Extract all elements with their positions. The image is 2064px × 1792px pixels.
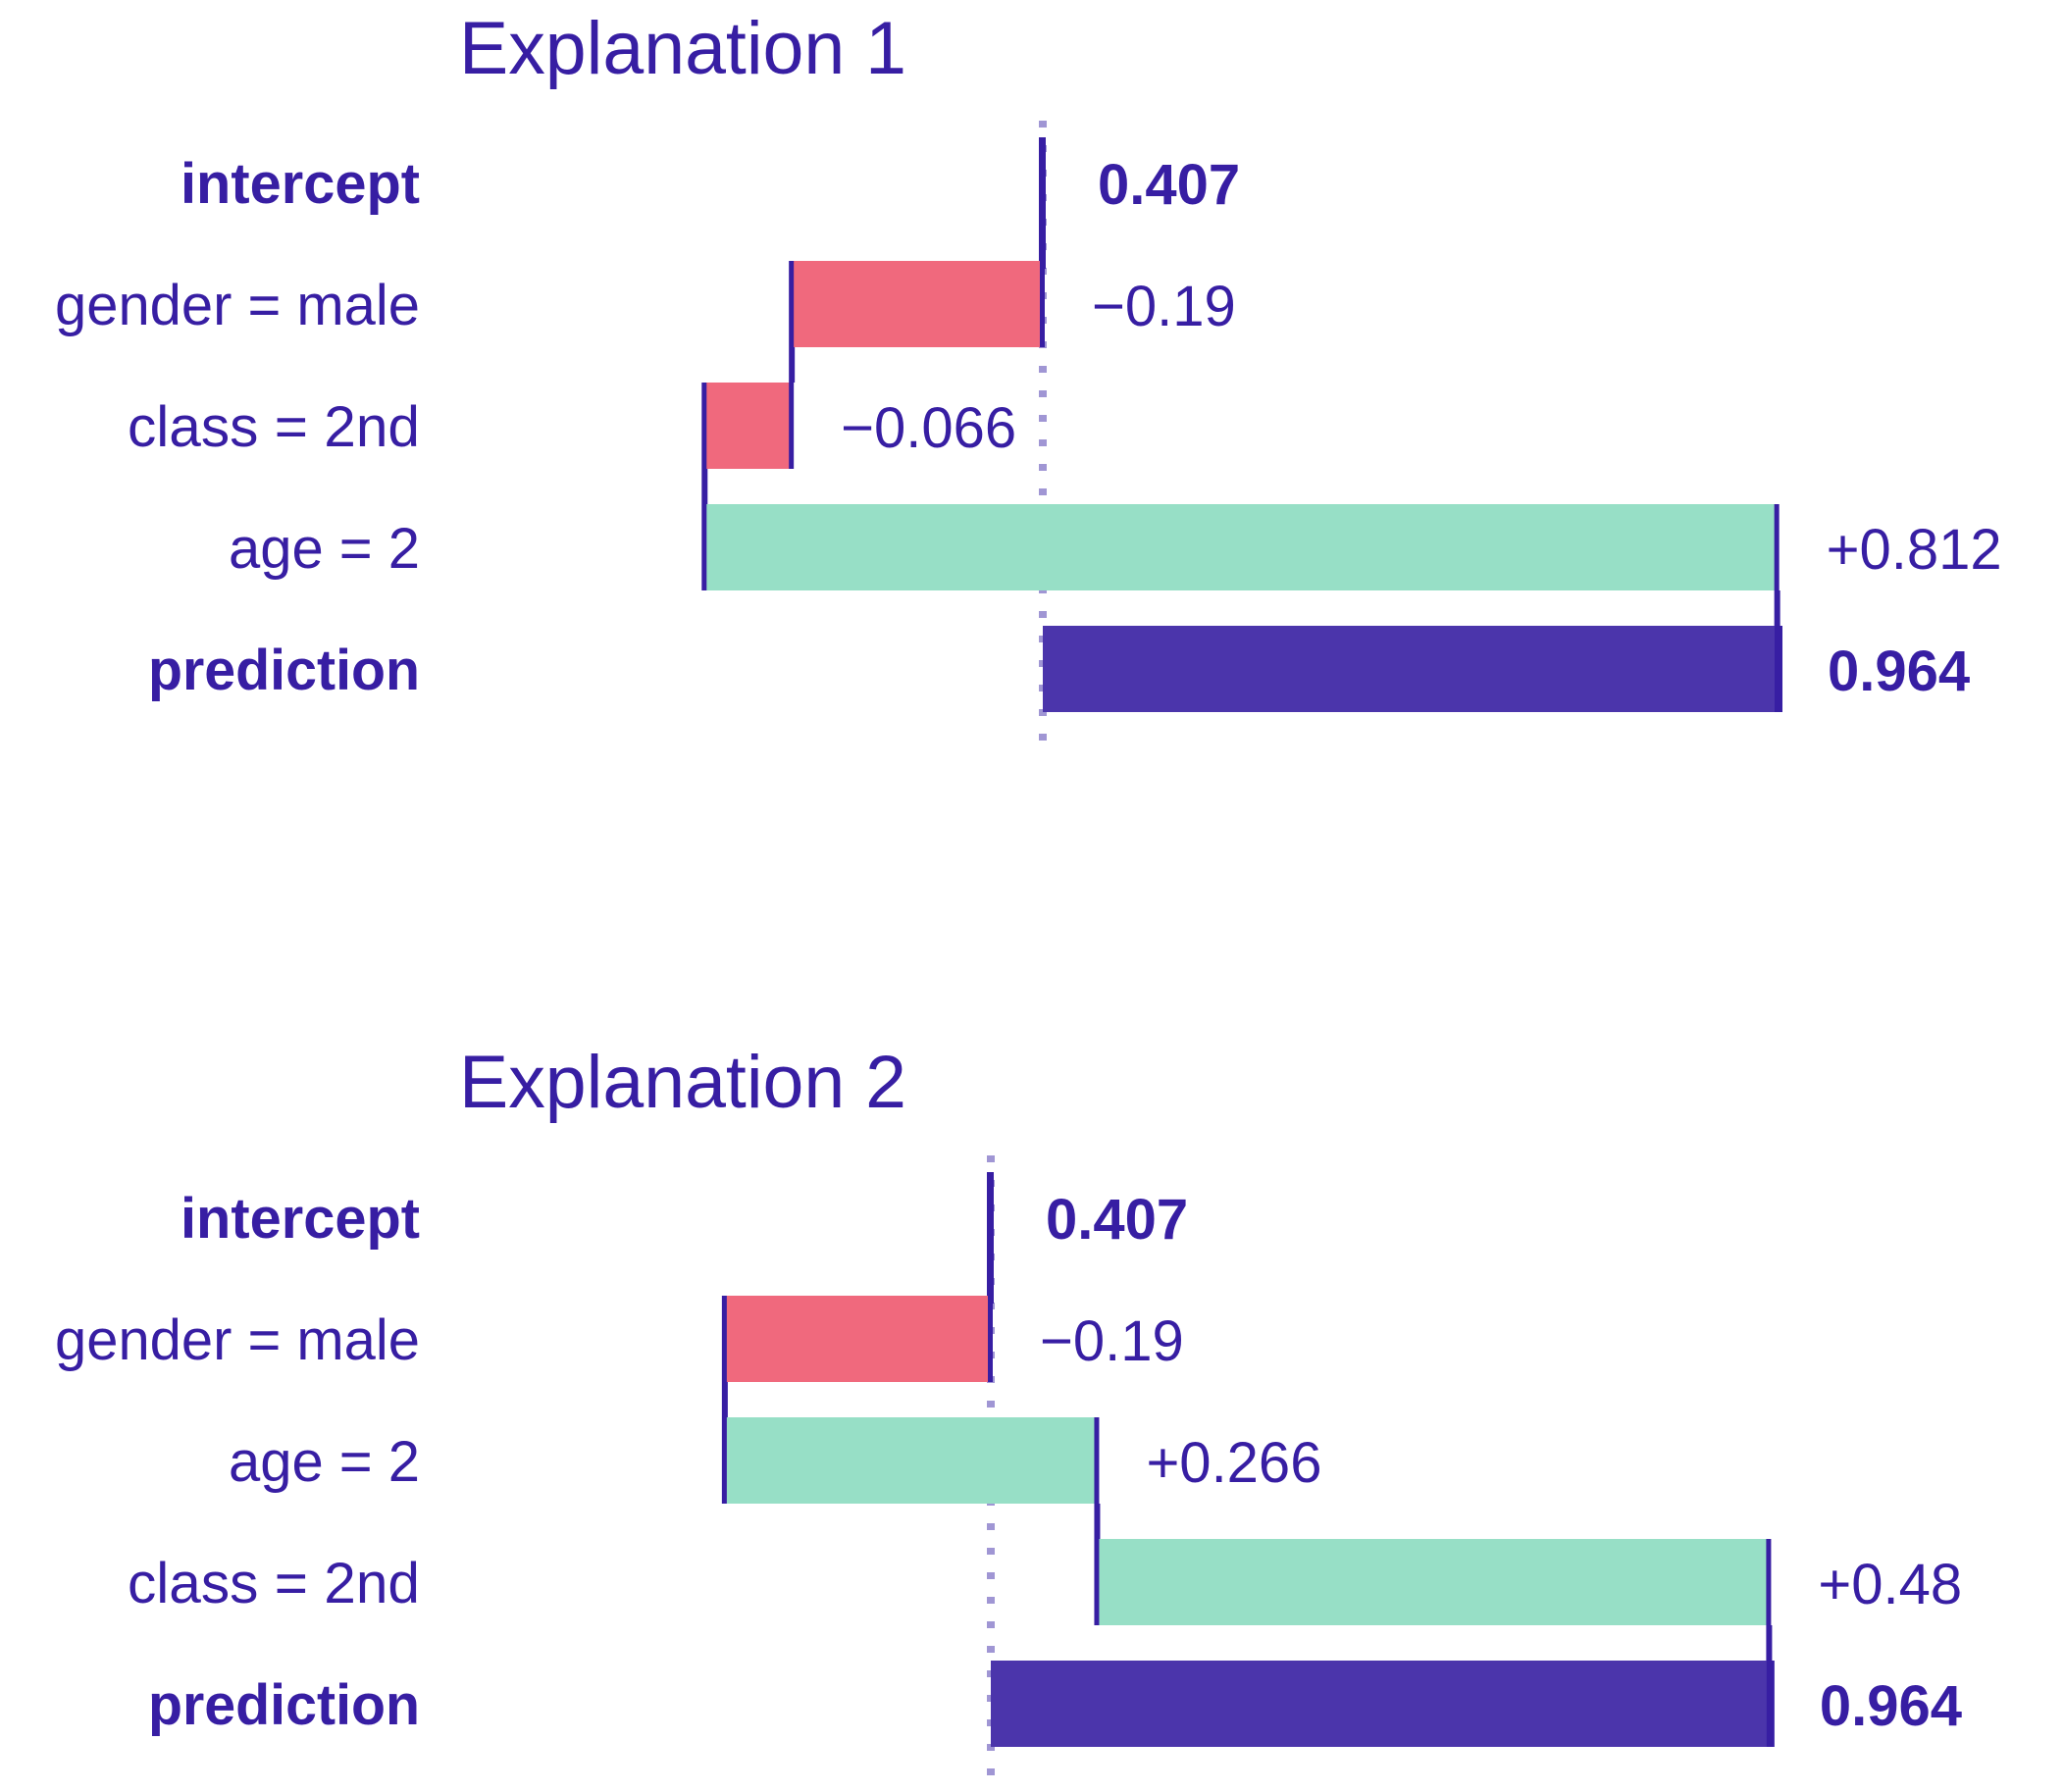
row-label: gender = male <box>55 274 420 337</box>
prediction-bar <box>1043 626 1780 712</box>
row-label: intercept <box>181 152 420 216</box>
value-label: +0.812 <box>1827 518 2002 582</box>
bar-edge-left <box>701 383 707 469</box>
row-age-2: age = 2 +0.812 <box>229 504 2002 626</box>
row-label: prediction <box>148 639 420 702</box>
value-label: +0.266 <box>1146 1431 1321 1495</box>
bar-edge-right <box>988 1296 993 1382</box>
bar-edge-left <box>721 1296 727 1382</box>
row-label: prediction <box>148 1673 420 1737</box>
chart-title: Explanation 1 <box>459 7 906 90</box>
value-label: 0.964 <box>1820 1674 1962 1738</box>
reference-dot <box>1039 464 1047 471</box>
reference-dot <box>987 1401 995 1408</box>
row-prediction: prediction 0.964 <box>148 1661 1962 1747</box>
reference-dot <box>1039 390 1047 397</box>
row-label: age = 2 <box>229 517 420 581</box>
figure: Explanation 1 intercept 0.407 gender = male… <box>0 0 2064 1787</box>
row-label: class = 2nd <box>128 1552 420 1615</box>
panel-explanation-2: Explanation 2 intercept 0.407 gender = male… <box>55 1041 1962 1775</box>
row-age-2: age = 2 +0.266 <box>229 1417 1321 1539</box>
reference-dot <box>987 1646 995 1653</box>
row-label: age = 2 <box>229 1430 420 1494</box>
value-label: 0.407 <box>1046 1188 1188 1252</box>
row-intercept: intercept 0.407 <box>181 137 1240 269</box>
negative-contribution-bar <box>792 261 1043 347</box>
bar-edge-left <box>721 1417 727 1504</box>
intercept-line <box>987 1172 994 1304</box>
bar-edge-right <box>1094 1417 1100 1504</box>
value-label: −0.066 <box>841 396 1016 460</box>
row-label: gender = male <box>55 1308 420 1372</box>
reference-dot <box>1039 439 1047 446</box>
reference-dot <box>1039 488 1047 495</box>
positive-contribution-bar <box>704 504 1778 590</box>
bar-edge-right <box>1766 1539 1772 1625</box>
reference-dot <box>987 1621 995 1628</box>
prediction-bar <box>991 1661 1771 1747</box>
reference-dot <box>987 1768 995 1775</box>
reference-dot <box>987 1572 995 1579</box>
reference-dot <box>987 1597 995 1604</box>
reference-dot <box>1039 611 1047 618</box>
reference-dot <box>1039 415 1047 422</box>
row-class-2nd: class = 2nd −0.066 <box>128 383 1016 504</box>
chart-title: Explanation 2 <box>459 1041 906 1124</box>
row-gender-male: gender = male −0.19 <box>55 261 1236 383</box>
value-label: 0.407 <box>1098 153 1240 217</box>
connector-line <box>721 1382 728 1417</box>
prediction-bar-edge <box>1766 1661 1775 1747</box>
row-prediction: prediction 0.964 <box>148 626 1970 712</box>
positive-contribution-bar <box>1097 1539 1770 1625</box>
value-label: −0.19 <box>1092 275 1236 338</box>
connector-line <box>1766 1625 1773 1661</box>
reference-dot <box>1039 734 1047 741</box>
value-label: +0.48 <box>1818 1553 1962 1616</box>
break-down-figure: Explanation 1 intercept 0.407 gender = male… <box>55 7 2002 1775</box>
bar-edge-right <box>789 383 795 469</box>
row-gender-male: gender = male −0.19 <box>55 1296 1184 1417</box>
negative-contribution-bar <box>724 1296 991 1382</box>
negative-contribution-bar <box>704 383 793 469</box>
connector-line <box>701 469 708 504</box>
row-label: class = 2nd <box>128 395 420 459</box>
prediction-bar-edge <box>1775 626 1783 712</box>
connector-line <box>1094 1504 1101 1539</box>
reference-dot <box>1039 121 1047 128</box>
connector-line <box>789 347 796 383</box>
bar-edge-left <box>789 261 795 347</box>
value-label: −0.19 <box>1040 1309 1184 1373</box>
positive-contribution-bar <box>724 1417 1098 1504</box>
bar-edge-right <box>1040 261 1045 347</box>
connector-line <box>1774 590 1780 626</box>
bar-edge-right <box>1774 504 1780 590</box>
intercept-line <box>1039 137 1046 269</box>
row-intercept: intercept 0.407 <box>181 1172 1188 1304</box>
value-label: 0.964 <box>1828 640 1970 703</box>
reference-dot <box>1039 366 1047 373</box>
reference-dot <box>987 1548 995 1555</box>
row-label: intercept <box>181 1187 420 1251</box>
bar-edge-left <box>1094 1539 1100 1625</box>
reference-dot <box>987 1155 995 1162</box>
row-class-2nd: class = 2nd +0.48 <box>128 1539 1962 1661</box>
reference-dot <box>987 1523 995 1530</box>
bar-edge-left <box>701 504 707 590</box>
panel-explanation-1: Explanation 1 intercept 0.407 gender = male… <box>55 7 2002 741</box>
